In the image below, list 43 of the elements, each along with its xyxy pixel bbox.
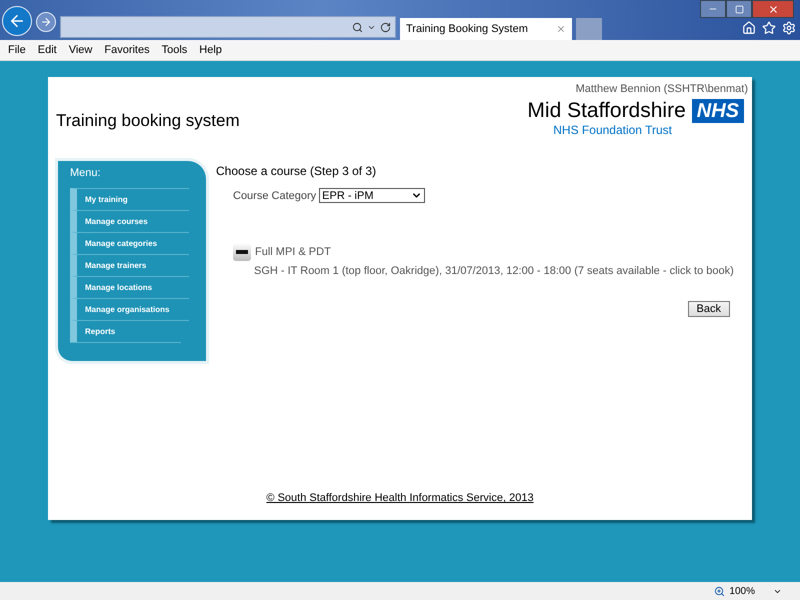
back-button[interactable]: Back xyxy=(688,301,730,317)
home-icon[interactable] xyxy=(742,21,756,35)
restore-icon xyxy=(734,4,744,14)
logo-badge: NHS xyxy=(692,99,744,123)
menu-item[interactable]: Favorites xyxy=(98,44,156,56)
sidebar-item[interactable]: Manage trainers xyxy=(70,254,189,276)
session-link[interactable]: SGH - IT Room 1 (top floor, Oakridge), 31/07/2013, 12:00 - 18:00 (7 seats available - click to book) xyxy=(254,265,748,277)
course-name: Full MPI & PDT xyxy=(255,246,331,258)
menu-item[interactable]: Tools xyxy=(156,44,194,56)
star-icon[interactable] xyxy=(762,21,776,35)
menu-item[interactable]: Help xyxy=(193,44,228,56)
logo-subtitle: NHS Foundation Trust xyxy=(553,123,672,137)
menu-item[interactable]: Edit xyxy=(32,44,63,56)
menu-item[interactable]: File xyxy=(2,44,32,56)
menu-heading: Menu: xyxy=(70,167,102,179)
settings-icon[interactable] xyxy=(782,21,796,35)
back-button[interactable] xyxy=(2,6,32,36)
arrow-right-icon xyxy=(40,16,52,28)
forward-button[interactable] xyxy=(36,12,56,32)
collapse-button[interactable] xyxy=(233,243,251,261)
close-button[interactable] xyxy=(752,0,794,18)
refresh-icon[interactable] xyxy=(380,22,391,32)
browser-tab[interactable]: Training Booking System xyxy=(400,18,572,40)
sidebar-item[interactable]: My training xyxy=(70,188,189,210)
search-icon[interactable] xyxy=(352,22,363,32)
sidebar-item[interactable]: Reports xyxy=(70,320,189,342)
close-icon[interactable] xyxy=(556,24,566,34)
zoom-icon[interactable] xyxy=(714,586,726,596)
category-select[interactable]: EPR - iPM xyxy=(319,188,426,203)
restore-button[interactable] xyxy=(726,0,752,18)
menu-item[interactable]: View xyxy=(62,44,98,56)
zoom-level[interactable]: 100% xyxy=(729,586,755,596)
field-label: Course Category xyxy=(233,190,316,202)
logo-name: Mid Staffordshire xyxy=(527,99,686,123)
sidebar-item[interactable]: Manage categories xyxy=(70,232,189,254)
sidebar-item[interactable]: Manage organisations xyxy=(70,298,189,320)
page-title: Training booking system xyxy=(56,111,240,131)
step-heading: Choose a course (Step 3 of 3) xyxy=(216,164,378,178)
sidebar-item[interactable]: Manage courses xyxy=(70,210,189,232)
close-icon xyxy=(768,4,778,14)
footer-link[interactable]: © South Staffordshire Health Informatics Service, 2013 xyxy=(266,492,534,504)
sidebar-item[interactable]: Manage locations xyxy=(70,276,189,298)
user-name: Matthew Bennion (SSHTR\benmat) xyxy=(576,83,748,95)
